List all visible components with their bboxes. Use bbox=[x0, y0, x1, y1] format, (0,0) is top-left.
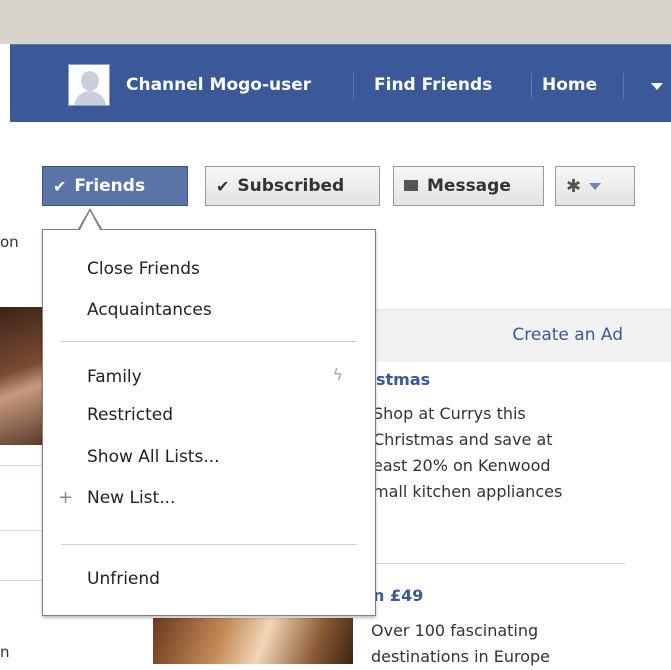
nav-divider bbox=[353, 73, 354, 99]
subscribed-button-label: Subscribed bbox=[237, 176, 345, 196]
lightning-icon: ϟ bbox=[332, 365, 343, 384]
top-navigation-bar: Channel Mogo-user Find Friends Home bbox=[10, 44, 671, 122]
browser-strip bbox=[0, 0, 671, 44]
check-icon: ✔ bbox=[216, 176, 230, 196]
divider bbox=[0, 580, 42, 581]
gear-icon: ✱ bbox=[566, 175, 582, 197]
menu-item-close-friends[interactable]: Close Friends bbox=[87, 259, 200, 279]
ad-body: Over 100 fascinating destinations in Eur… bbox=[371, 618, 550, 670]
divider bbox=[0, 530, 42, 531]
ad-divider bbox=[355, 563, 625, 564]
nav-divider bbox=[531, 73, 532, 99]
nav-divider bbox=[623, 73, 624, 99]
ads-header: Create an Ad bbox=[355, 309, 671, 362]
dropdown-pointer-fill bbox=[80, 211, 100, 230]
menu-item-family[interactable]: Family bbox=[87, 367, 142, 387]
ad-image[interactable] bbox=[153, 618, 353, 664]
ad-body: Shop at Currys this Christmas and save a… bbox=[373, 401, 562, 505]
message-button-label: Message bbox=[427, 176, 511, 196]
account-menu-caret-icon[interactable] bbox=[651, 83, 663, 90]
plus-icon: + bbox=[58, 487, 74, 508]
ad-line: Over 100 fascinating bbox=[371, 621, 539, 640]
message-button[interactable]: Message bbox=[393, 166, 544, 206]
ad-line: destinations in Europe bbox=[371, 647, 551, 666]
nav-find-friends-link[interactable]: Find Friends bbox=[374, 75, 492, 95]
ad-title[interactable]: n £49 bbox=[373, 586, 423, 605]
avatar-silhouette-head bbox=[81, 71, 99, 91]
truncated-text: on bbox=[0, 233, 19, 251]
nav-profile-link[interactable]: Channel Mogo-user bbox=[126, 75, 311, 95]
friend-photo[interactable] bbox=[0, 307, 42, 445]
create-ad-link[interactable]: Create an Ad bbox=[512, 325, 623, 345]
friends-button[interactable]: ✔ Friends bbox=[42, 166, 188, 206]
message-icon bbox=[404, 179, 418, 191]
friends-button-label: Friends bbox=[74, 176, 146, 196]
menu-item-show-all-lists[interactable]: Show All Lists... bbox=[87, 447, 220, 467]
ad-line: mall kitchen appliances bbox=[373, 482, 563, 501]
avatar[interactable] bbox=[68, 64, 110, 106]
menu-item-acquaintances[interactable]: Acquaintances bbox=[87, 300, 212, 320]
friends-dropdown-menu: Close Friends Acquaintances Family ϟ Res… bbox=[42, 229, 376, 616]
ad-line: Shop at Currys this bbox=[373, 404, 526, 423]
ad-line: east 20% on Kenwood bbox=[373, 456, 551, 475]
divider bbox=[0, 465, 42, 466]
settings-button[interactable]: ✱ bbox=[555, 166, 635, 206]
avatar-silhouette-body bbox=[74, 91, 106, 105]
ad-line: Christmas and save at bbox=[373, 430, 553, 449]
menu-divider bbox=[61, 341, 357, 342]
menu-item-restricted[interactable]: Restricted bbox=[87, 405, 173, 425]
check-icon: ✔ bbox=[53, 176, 67, 196]
menu-item-unfriend[interactable]: Unfriend bbox=[87, 569, 160, 589]
truncated-text: n bbox=[0, 643, 10, 661]
chevron-down-icon bbox=[589, 182, 602, 190]
ad-title[interactable]: stmas bbox=[376, 370, 430, 389]
menu-divider bbox=[61, 544, 357, 545]
nav-home-link[interactable]: Home bbox=[542, 75, 597, 95]
subscribed-button[interactable]: ✔ Subscribed bbox=[205, 166, 380, 206]
menu-item-new-list[interactable]: New List... bbox=[87, 488, 175, 508]
